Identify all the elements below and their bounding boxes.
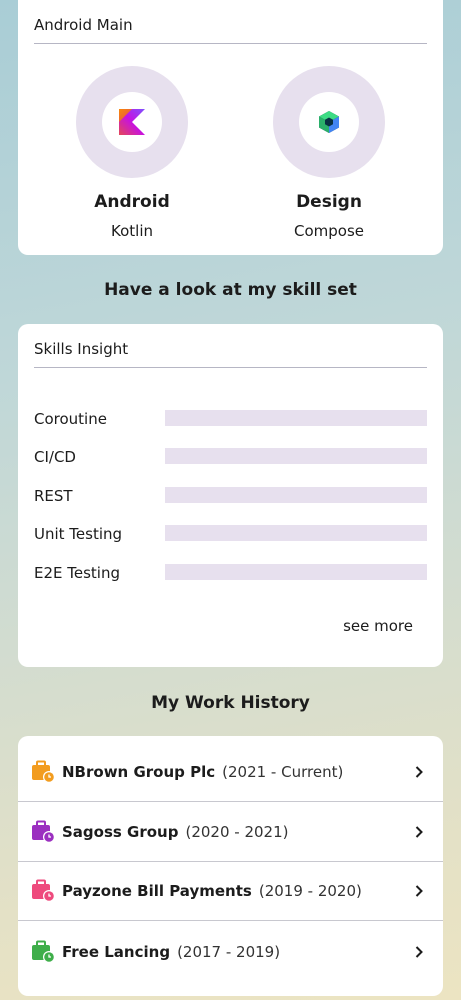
skill-bar xyxy=(165,448,427,464)
chevron-right-icon xyxy=(415,885,423,897)
tech-title: Android xyxy=(94,192,170,212)
skill-label: CI/CD xyxy=(34,448,76,466)
android-main-card: Android Main Android Kotlin Design Compo… xyxy=(18,0,443,255)
skill-label: Coroutine xyxy=(34,410,107,428)
company-name: Payzone Bill Payments xyxy=(62,882,252,900)
work-period: (2020 - 2021) xyxy=(185,823,289,841)
chevron-right-icon xyxy=(415,826,423,838)
skills-insight-card: Skills Insight Coroutine CI/CD REST Unit… xyxy=(18,324,443,667)
chevron-right-icon xyxy=(415,945,423,958)
tech-design[interactable]: Design Compose xyxy=(259,66,399,240)
chevron-right-icon xyxy=(415,766,423,778)
skill-bar xyxy=(165,564,427,580)
company-name: NBrown Group Plc xyxy=(62,763,216,781)
kotlin-logo-icon xyxy=(119,109,145,135)
briefcase-clock-icon xyxy=(32,940,55,963)
work-history-item[interactable]: Payzone Bill Payments (2019 - 2020) xyxy=(18,862,443,921)
android-main-title: Android Main xyxy=(34,16,427,44)
skill-bar xyxy=(165,525,427,541)
skill-bar xyxy=(165,410,427,426)
android-ring xyxy=(76,66,188,178)
work-period: (2021 - Current) xyxy=(222,763,344,781)
skills-heading: Have a look at my skill set xyxy=(104,280,357,300)
skill-row: Unit Testing xyxy=(34,523,427,543)
skill-label: REST xyxy=(34,487,73,505)
design-ring xyxy=(273,66,385,178)
company-name: Free Lancing xyxy=(62,942,171,961)
work-period: (2019 - 2020) xyxy=(258,882,362,900)
briefcase-clock-icon xyxy=(32,760,55,783)
work-period: (2017 - 2019) xyxy=(177,942,281,961)
tech-subtitle: Compose xyxy=(293,222,364,240)
work-history-item[interactable]: Free Lancing (2017 - 2019) xyxy=(18,922,443,981)
work-history-heading: My Work History xyxy=(151,693,310,713)
jetpack-compose-logo-icon xyxy=(319,111,339,133)
skill-row: CI/CD xyxy=(34,446,427,466)
briefcase-clock-icon xyxy=(32,820,55,843)
skills-insight-title: Skills Insight xyxy=(34,340,427,368)
company-name: Sagoss Group xyxy=(62,823,179,841)
briefcase-clock-icon xyxy=(32,879,55,902)
work-history-item[interactable]: Sagoss Group (2020 - 2021) xyxy=(18,803,443,862)
skill-row: E2E Testing xyxy=(34,562,427,582)
tech-subtitle: Kotlin xyxy=(111,222,153,240)
skill-row: Coroutine xyxy=(34,408,427,428)
skill-row: REST xyxy=(34,485,427,505)
work-history-card: NBrown Group Plc (2021 - Current) Sagoss… xyxy=(18,736,443,996)
tech-android[interactable]: Android Kotlin xyxy=(62,66,202,240)
tech-title: Design xyxy=(296,192,362,212)
skill-label: E2E Testing xyxy=(34,564,121,582)
work-history-item[interactable]: NBrown Group Plc (2021 - Current) xyxy=(18,743,443,802)
skill-bar xyxy=(165,487,427,503)
see-more-link[interactable]: see more xyxy=(343,617,413,635)
skill-label: Unit Testing xyxy=(34,525,123,543)
